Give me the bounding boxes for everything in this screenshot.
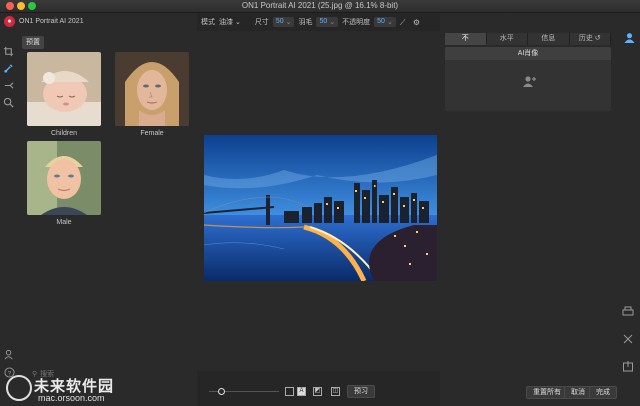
tab-history-label: 历史 [578, 35, 593, 42]
zoom-tool[interactable] [0, 94, 17, 111]
mode-value: 油漆 [219, 19, 233, 26]
canvas-area[interactable] [197, 31, 440, 371]
opacity-label: 不透明度 [342, 19, 371, 26]
mask-view-icon[interactable]: ◩ [313, 387, 322, 396]
undo-icon: ↺ [594, 35, 601, 42]
size-value: 50 [275, 18, 284, 25]
add-face-icon[interactable] [523, 75, 537, 87]
cancel-button[interactable]: 取消 [564, 386, 592, 399]
preset-children[interactable]: Children [27, 52, 101, 137]
preset-female[interactable]: Female [115, 52, 189, 137]
brush-tool[interactable] [0, 60, 17, 77]
preset-thumbnail [27, 141, 101, 215]
window-title: ON1 Portrait AI 2021 (25.jpg @ 16.1% 8-b… [241, 1, 399, 10]
size-select[interactable]: 50 ⌄ [272, 17, 295, 27]
presets-tab[interactable]: 预置 [22, 36, 44, 49]
mode-select[interactable]: 油漆 ⌄ [219, 17, 241, 27]
zoom-icon [3, 97, 14, 108]
preview-button[interactable]: 预习 [347, 385, 375, 398]
tab-none[interactable]: 不 [445, 33, 487, 45]
preset-thumbnail [27, 52, 101, 126]
preset-label: Female [140, 130, 164, 137]
split-view-icon[interactable]: ◫ [331, 387, 340, 396]
gear-icon[interactable]: ⚙ [413, 18, 422, 27]
watermark-url: mac.orsoon.com [38, 393, 105, 403]
size-label: 尺寸 [254, 19, 269, 26]
options-bar: 模式 油漆 ⌄ 尺寸 50 ⌄ 羽毛 50 ⌄ 不透明度 50 ⌄ ⟋ ⚙ [197, 13, 440, 31]
canvas-bottom-bar: A ◩ ◫ 预习 [197, 381, 440, 401]
right-panel-tabs: 不 水平 信息 历史 ↺ [445, 33, 611, 45]
preset-thumbnail [115, 52, 189, 126]
feather-label: 羽毛 [298, 19, 313, 26]
watermark-logo-icon [6, 375, 32, 401]
compare-a-icon[interactable]: A [297, 387, 306, 396]
fit-view-icon[interactable] [285, 387, 294, 396]
opacity-select[interactable]: 50 ⌄ [374, 17, 396, 27]
brush-icon [4, 64, 13, 73]
retouch-icon [4, 82, 14, 89]
pen-icon[interactable]: ⟋ [400, 18, 409, 27]
right-panel: 不 水平 信息 历史 ↺ AI肖像 [440, 13, 640, 406]
zoom-slider-handle[interactable] [218, 388, 225, 395]
crop-tool[interactable] [0, 43, 17, 60]
user-profile-icon[interactable] [624, 32, 635, 43]
tool-strip [0, 43, 17, 111]
crop-icon [3, 46, 14, 57]
opacity-value: 50 [377, 18, 385, 25]
tab-levels[interactable]: 水平 [486, 33, 528, 45]
reset-all-button[interactable]: 重置所有 [526, 386, 568, 399]
title-bar: ON1 Portrait AI 2021 (25.jpg @ 16.1% 8-b… [0, 0, 640, 13]
on1-logo-icon: ● [4, 16, 15, 27]
preset-label: Male [56, 219, 72, 226]
preset-male[interactable]: Male [27, 141, 101, 226]
done-button[interactable]: 完成 [589, 386, 617, 399]
feather-select[interactable]: 50 ⌄ [316, 17, 339, 27]
left-panel: ● ON1 Portrait AI 2021 预置 Children Femal… [0, 13, 197, 406]
ai-portrait-section: AI肖像 [445, 47, 611, 111]
main-photo[interactable] [204, 135, 437, 281]
ai-portrait-header[interactable]: AI肖像 [445, 47, 611, 60]
tab-history[interactable]: 历史 ↺ [569, 33, 611, 45]
mode-label: 模式 [201, 19, 215, 26]
retouch-tool[interactable] [0, 77, 17, 94]
user-settings-icon[interactable] [4, 349, 15, 360]
app-name: ON1 Portrait AI 2021 [19, 18, 84, 25]
export-icon[interactable] [622, 360, 634, 372]
feather-value: 50 [319, 18, 328, 25]
tab-info[interactable]: 信息 [528, 33, 570, 45]
app-brand: ● ON1 Portrait AI 2021 [4, 16, 84, 27]
print-icon[interactable] [622, 306, 634, 318]
share-icon[interactable] [622, 333, 634, 345]
preset-label: Children [50, 130, 78, 137]
